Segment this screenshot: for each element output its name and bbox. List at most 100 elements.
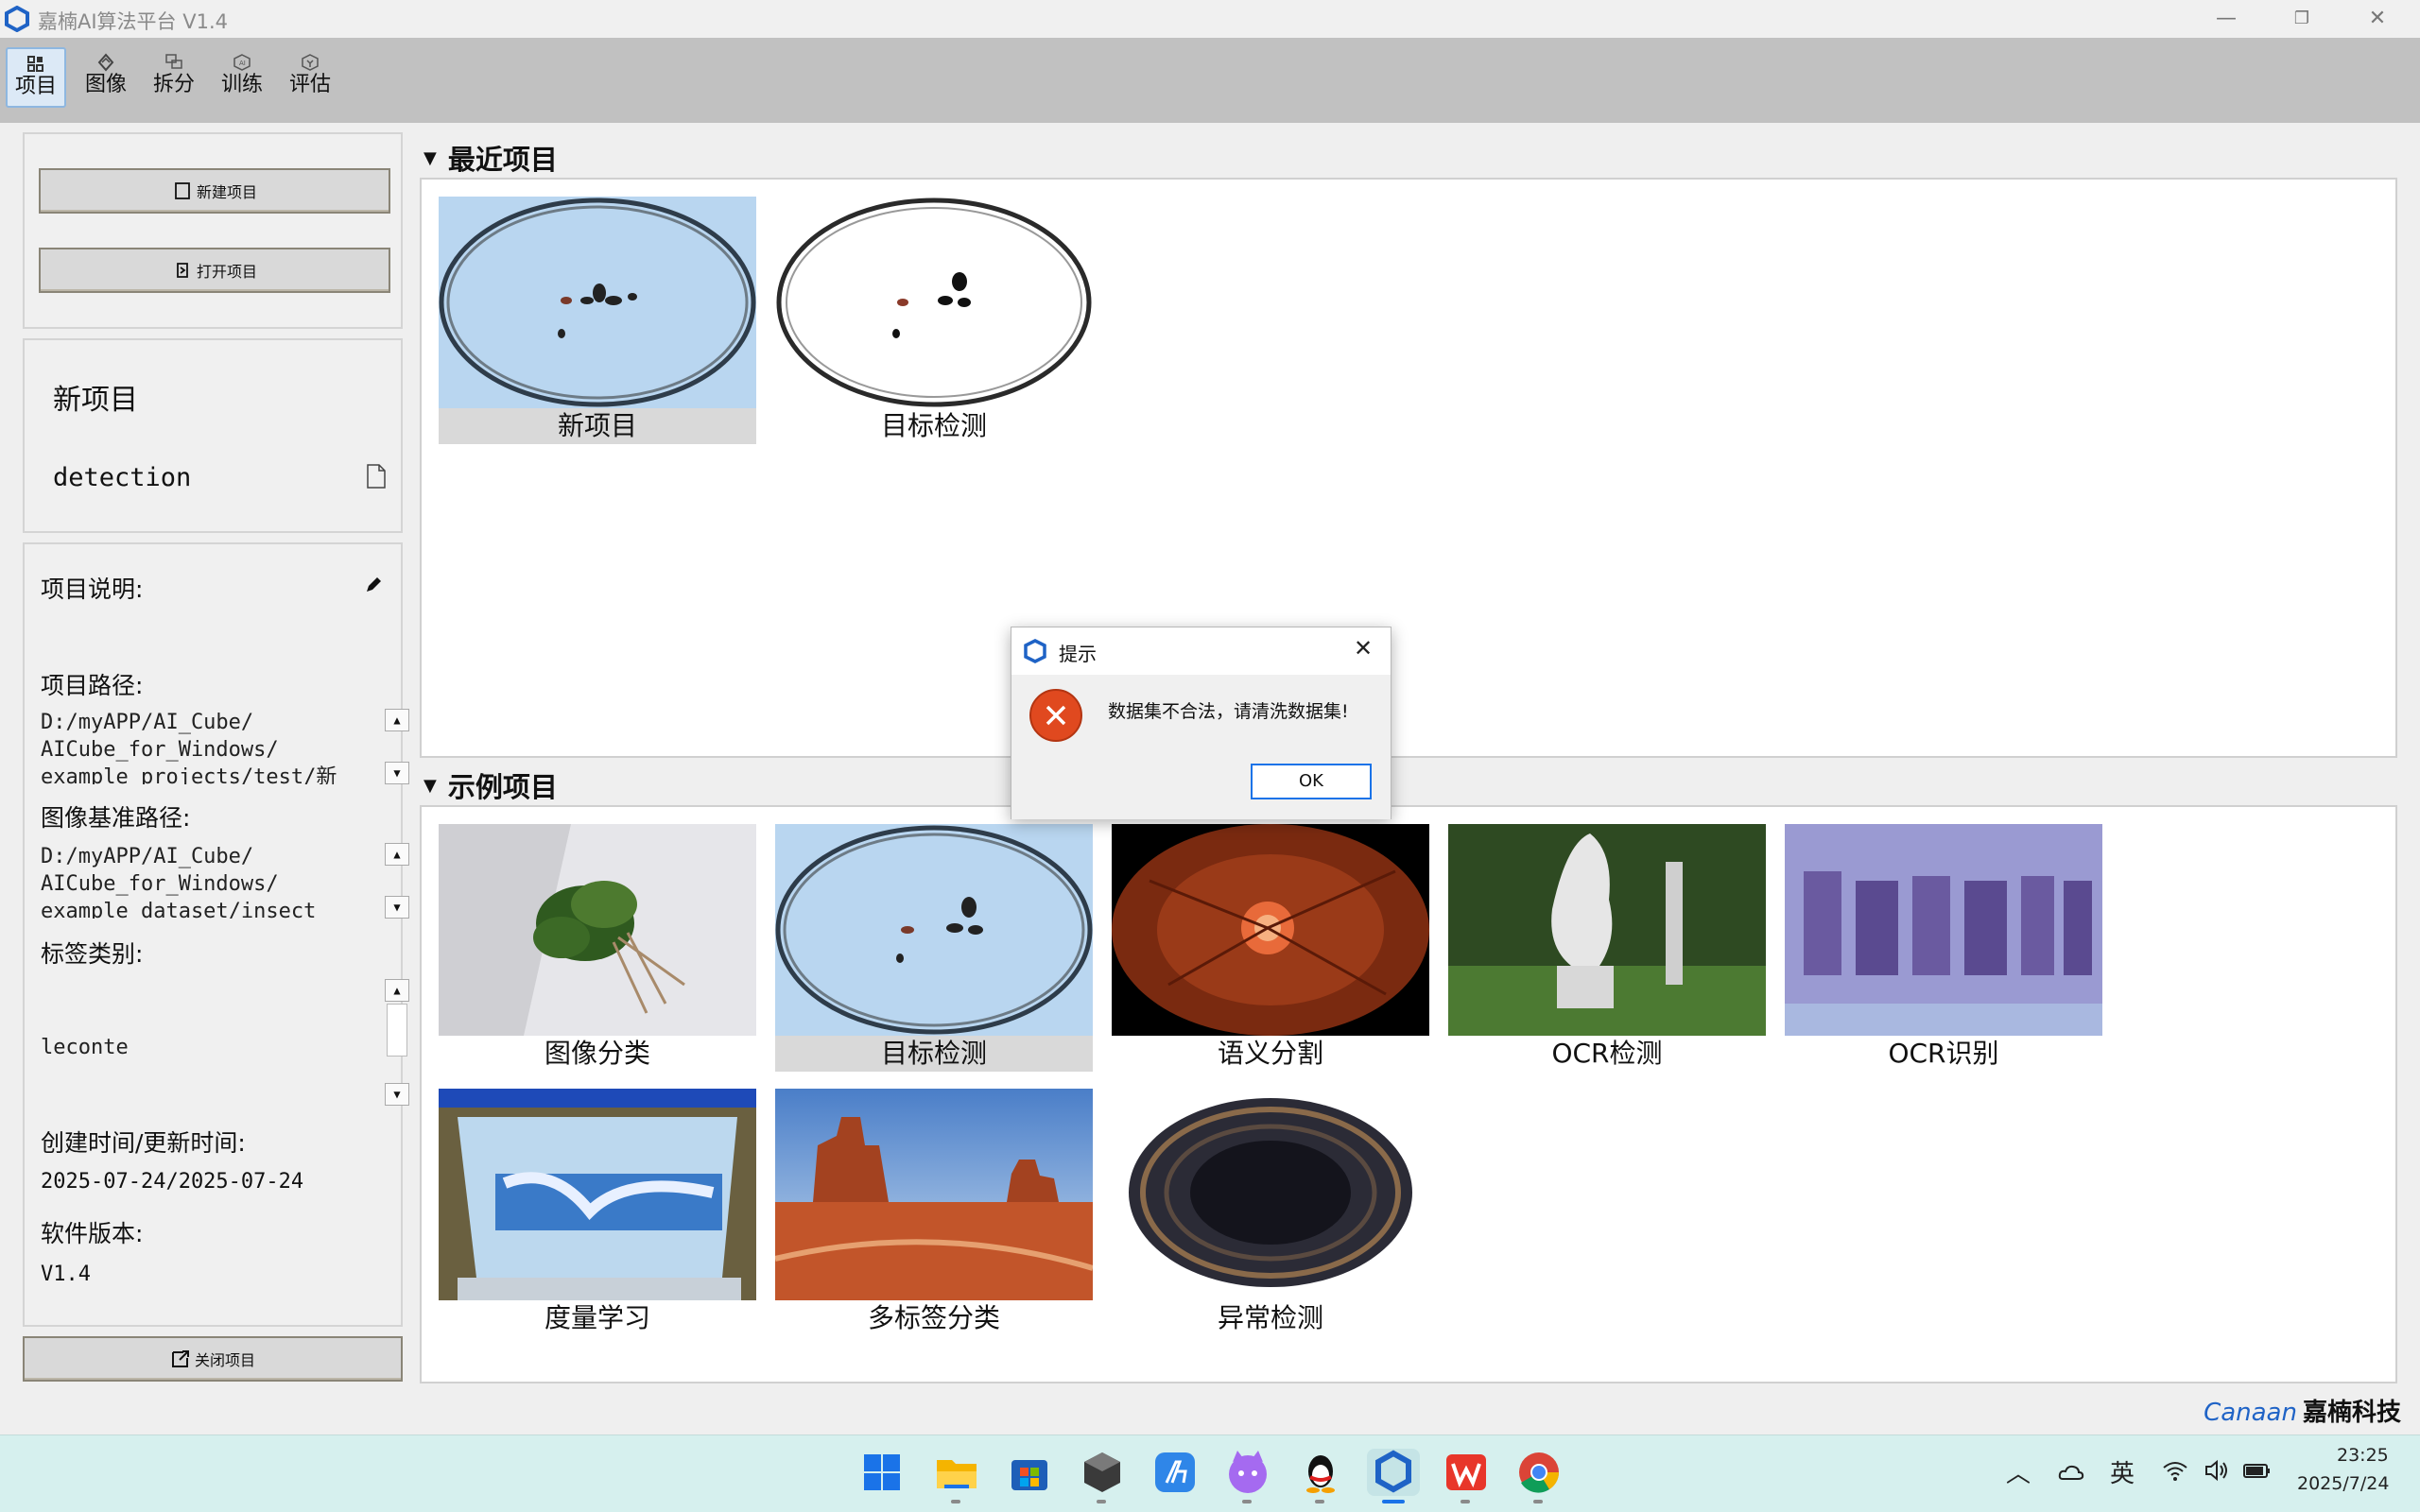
- ai-app-icon[interactable]: [1151, 1449, 1199, 1496]
- example-card-image-classification[interactable]: 图像分类: [439, 824, 756, 1072]
- time-label: 创建时间/更新时间:: [41, 1129, 246, 1157]
- insect-dish-thumbnail: [775, 824, 1093, 1036]
- project-item-detection[interactable]: detection: [53, 463, 191, 492]
- description-label: 项目说明:: [41, 576, 144, 603]
- brand-logo: Canaan 嘉楠科技: [2204, 1393, 2401, 1428]
- edit-pencil-icon[interactable]: [363, 575, 384, 595]
- example-card-multilabel-classification[interactable]: 多标签分类: [775, 1089, 1093, 1336]
- chrome-icon[interactable]: [1515, 1449, 1563, 1496]
- version-value: V1.4: [41, 1263, 91, 1286]
- tab-train-label: 训练: [220, 73, 263, 96]
- restore-icon[interactable]: ❐: [2264, 0, 2340, 38]
- example-card-label: 目标检测: [880, 1038, 987, 1069]
- recent-section-header[interactable]: ▼ 最近项目: [424, 138, 558, 178]
- example-card-label: OCR识别: [1888, 1038, 1999, 1069]
- 3d-cube-app-icon[interactable]: [1079, 1449, 1126, 1496]
- tab-evaluate[interactable]: 评估: [280, 47, 340, 108]
- dialog-message: 数据集不合法，请清洗数据集!: [1108, 701, 1349, 722]
- image-path-scrollbar[interactable]: ▲ ▼: [385, 843, 409, 919]
- dialog-title: 提示: [1059, 643, 1097, 665]
- insect-dish-white-thumbnail: [775, 197, 1093, 408]
- retina-thumbnail: [1112, 824, 1429, 1036]
- svg-text:AI: AI: [239, 60, 246, 67]
- minimize-icon[interactable]: —: [2188, 0, 2264, 38]
- qq-icon[interactable]: [1297, 1449, 1344, 1496]
- tag-item: leconte: [41, 1036, 129, 1059]
- example-card-anomaly-detection[interactable]: 异常检测: [1112, 1089, 1429, 1336]
- ime-indicator[interactable]: 英: [2110, 1454, 2135, 1489]
- recent-card-new-project[interactable]: 新项目: [439, 197, 756, 444]
- file-explorer-icon[interactable]: [933, 1449, 980, 1496]
- app-title: 嘉楠AI算法平台 V1.4: [38, 10, 228, 33]
- windows-start-icon[interactable]: [858, 1449, 906, 1496]
- title-bar: 嘉楠AI算法平台 V1.4 — ❐ ✕: [0, 0, 2420, 38]
- wifi-icon[interactable]: [2161, 1456, 2189, 1485]
- cat-app-icon[interactable]: [1224, 1449, 1271, 1496]
- ok-button[interactable]: OK: [1251, 764, 1372, 799]
- examples-section-header[interactable]: ▼ 示例项目: [424, 765, 558, 805]
- example-card-label: OCR检测: [1551, 1038, 1663, 1069]
- path-scrollbar[interactable]: ▲ ▼: [385, 709, 409, 784]
- example-card-metric-learning[interactable]: 度量学习: [439, 1089, 756, 1336]
- recent-card-label: 新项目: [557, 410, 637, 441]
- spinach-thumbnail: [439, 824, 756, 1036]
- project-path-textarea[interactable]: D:/myAPP/AI_Cube/ AICube_for_Windows/ ex…: [41, 709, 409, 784]
- project-actions-panel: 新建项目 打开项目: [23, 132, 403, 329]
- show-hidden-icons-icon[interactable]: ︿: [2006, 1454, 2031, 1489]
- grid-icon: [27, 56, 43, 72]
- volume-icon[interactable]: [2203, 1456, 2231, 1485]
- new-project-button[interactable]: 新建项目: [39, 168, 390, 214]
- tab-split[interactable]: 拆分: [144, 47, 204, 108]
- dialog-title-bar: 提示 ✕: [1011, 627, 1391, 675]
- tab-evaluate-label: 评估: [288, 73, 331, 96]
- train-icon: AI: [233, 54, 251, 71]
- collapse-triangle-icon: ▼: [424, 775, 437, 796]
- insect-dish-thumbnail: [439, 197, 756, 408]
- example-card-ocr-detection[interactable]: OCR检测: [1448, 824, 1766, 1072]
- project-path-text: D:/myAPP/AI_Cube/ AICube_for_Windows/ ex…: [41, 711, 337, 784]
- example-card-ocr-recognition[interactable]: OCR识别: [1785, 824, 2102, 1072]
- app-logo-icon: [5, 6, 29, 32]
- wps-icon[interactable]: [1443, 1449, 1490, 1496]
- tags-text: leconte boerner armandi linnaeus coleopt…: [41, 979, 372, 1106]
- close-icon[interactable]: ✕: [2340, 0, 2415, 38]
- example-card-semantic-segmentation[interactable]: 语义分割: [1112, 824, 1429, 1072]
- recent-projects-box: 新项目 目标检测: [420, 178, 2397, 758]
- new-project-label: 新建项目: [196, 183, 257, 201]
- open-project-button[interactable]: 打开项目: [39, 248, 390, 293]
- water-bottle-thumbnail: [439, 1089, 756, 1300]
- close-project-button[interactable]: 关闭项目: [23, 1336, 403, 1382]
- project-item-new[interactable]: 新项目: [53, 376, 138, 418]
- recent-card-object-detection[interactable]: 目标检测: [775, 197, 1093, 444]
- onedrive-cloud-icon[interactable]: [2057, 1458, 2085, 1486]
- tab-image[interactable]: 图像: [76, 47, 136, 108]
- ring-thumbnail: [1112, 1089, 1429, 1300]
- tags-scrollbar[interactable]: ▲ ▼: [385, 979, 409, 1106]
- close-project-label: 关闭项目: [194, 1351, 255, 1369]
- statue-thumbnail: [1448, 824, 1766, 1036]
- clock-date[interactable]: 2025/7/24: [2297, 1473, 2389, 1494]
- tab-project-label: 项目: [14, 75, 57, 98]
- tab-image-label: 图像: [84, 73, 127, 96]
- aicube-icon[interactable]: [1367, 1449, 1420, 1496]
- example-card-label: 异常检测: [1217, 1302, 1323, 1333]
- open-project-label: 打开项目: [196, 263, 257, 281]
- tab-train[interactable]: AI 训练: [212, 47, 272, 108]
- tags-list[interactable]: leconte boerner armandi linnaeus coleopt…: [41, 979, 409, 1106]
- new-file-icon: [175, 182, 190, 199]
- split-icon: [165, 54, 182, 69]
- example-card-object-detection[interactable]: 目标检测: [775, 824, 1093, 1072]
- battery-icon[interactable]: [2242, 1456, 2273, 1485]
- recent-header-label: 最近项目: [447, 144, 558, 176]
- clock-time[interactable]: 23:25: [2337, 1445, 2389, 1466]
- tags-label: 标签类别:: [41, 940, 144, 968]
- image-path-textarea[interactable]: D:/myAPP/AI_Cube/ AICube_for_Windows/ ex…: [41, 843, 409, 919]
- store-icon[interactable]: [1006, 1449, 1053, 1496]
- file-icon[interactable]: [365, 463, 388, 490]
- tab-split-label: 拆分: [152, 73, 195, 96]
- dialog-close-icon[interactable]: ✕: [1354, 635, 1373, 662]
- tab-project[interactable]: 项目: [6, 47, 66, 108]
- open-folder-icon: [177, 263, 188, 278]
- brand-cn: 嘉楠科技: [2302, 1399, 2401, 1427]
- os-taskbar: ︿ 英 23:25 2025/7/24: [0, 1435, 2420, 1512]
